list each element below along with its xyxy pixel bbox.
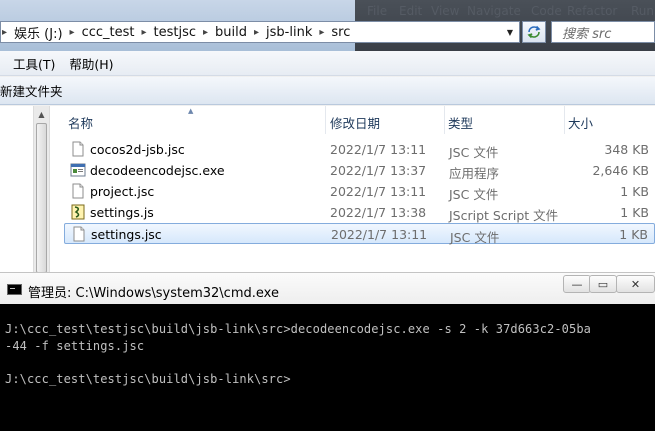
refresh-icon [527,25,541,39]
file-type: JScript Script 文件 [449,208,559,223]
cmd-window: 管理员: C:\Windows\system32\cmd.exe — ▭ ✕ J… [0,272,655,431]
generic-file-icon [72,183,84,199]
console-prompt: J:\ccc_test\testjsc\build\jsb-link\src> [5,372,291,386]
breadcrumb-src[interactable]: src [329,25,352,40]
menu-tools[interactable]: 工具(T) [13,54,55,73]
file-row[interactable]: settings.js 2022/1/7 13:38 JScript Scrip… [64,202,655,223]
breadcrumb-build[interactable]: build [213,25,249,40]
background-menu-item: Refactor [567,4,618,18]
cmd-window-title: 管理员: C:\Windows\system32\cmd.exe [28,286,279,301]
console-line: -44 -f settings.jsc [5,339,145,353]
column-header-size[interactable]: 大小 [568,113,593,132]
explorer-menubar: 工具(T) 帮助(H) [0,51,655,76]
file-size: 2,646 KB [592,163,649,178]
generic-file-icon [73,226,85,242]
search-input[interactable]: 搜索 src [551,21,655,43]
file-date: 2022/1/7 13:37 [330,163,427,178]
breadcrumb-separator-icon[interactable]: ▸ [1,27,12,38]
column-header-date[interactable]: 修改日期 [330,113,380,132]
background-menu-item: File [367,4,388,18]
file-row[interactable]: decodeencodejsc.exe 2022/1/7 13:37 应用程序 … [64,160,655,181]
close-button[interactable]: ✕ [616,275,655,293]
new-folder-button[interactable]: 新建文件夹 [0,81,63,100]
navigation-scrollbar[interactable]: ▲ [33,106,50,276]
column-divider[interactable] [444,106,445,134]
file-name: settings.jsc [91,227,162,242]
column-divider[interactable] [564,106,565,134]
column-divider[interactable] [325,106,326,134]
column-header-name[interactable]: 名称 [68,113,93,132]
background-menu-item: Code [531,4,562,18]
background-menu-item: Edit [399,4,423,18]
file-size: 1 KB [620,205,649,220]
file-list-pane: ▲ 名称 修改日期 类型 大小 cocos2d-jsb.jsc 2022/1/7… [50,106,655,276]
breadcrumb-drive[interactable]: 娱乐 (J:) [12,23,65,42]
breadcrumb-separator-icon[interactable]: ▸ [65,27,80,38]
explorer-address-area: File Edit View Navigate Code Refactor Ru… [0,0,655,51]
maximize-icon: ▭ [597,277,609,291]
minimize-icon: — [571,277,583,291]
file-size: 1 KB [620,184,649,199]
refresh-button[interactable] [522,21,546,43]
breadcrumb-separator-icon[interactable]: ▸ [136,27,151,38]
file-row[interactable]: project.jsc 2022/1/7 13:11 JSC 文件 1 KB [64,181,655,202]
file-type: JSC 文件 [450,230,500,245]
explorer-toolbar: 新建文件夹 [0,77,655,105]
file-name: cocos2d-jsb.jsc [90,142,185,157]
breadcrumb-separator-icon[interactable]: ▸ [249,27,264,38]
scroll-up-icon[interactable]: ▲ [34,110,49,119]
background-menu-item: Navigate [467,4,521,18]
minimize-button[interactable]: — [563,275,591,293]
navigation-pane[interactable] [0,106,33,276]
breadcrumb-separator-icon[interactable]: ▸ [198,27,213,38]
application-icon [70,163,86,177]
maximize-button[interactable]: ▭ [589,275,617,293]
file-row[interactable]: cocos2d-jsb.jsc 2022/1/7 13:11 JSC 文件 34… [64,139,655,160]
search-placeholder: 搜索 src [562,26,612,42]
console-icon[interactable] [7,284,22,295]
sort-ascending-icon: ▲ [188,107,194,115]
file-size: 1 KB [619,227,648,242]
breadcrumb-separator-icon[interactable]: ▸ [314,27,329,38]
console-line: J:\ccc_test\testjsc\build\jsb-link\src>d… [5,322,591,336]
breadcrumb-testjsc[interactable]: testjsc [152,25,199,40]
file-size: 348 KB [604,142,649,157]
cmd-titlebar[interactable]: 管理员: C:\Windows\system32\cmd.exe — ▭ ✕ [0,272,655,304]
file-date: 2022/1/7 13:11 [330,184,427,199]
menu-help[interactable]: 帮助(H) [69,54,113,73]
scrollbar-thumb[interactable] [36,123,47,273]
file-date: 2022/1/7 13:38 [330,205,427,220]
cmd-console[interactable]: J:\ccc_test\testjsc\build\jsb-link\src>d… [0,304,655,431]
close-icon: ✕ [630,277,641,291]
breadcrumb-jsb-link[interactable]: jsb-link [264,25,314,40]
background-menu-item: Run [631,4,655,18]
generic-file-icon [72,141,84,157]
file-name: decodeencodejsc.exe [90,163,225,178]
column-headers: ▲ 名称 修改日期 类型 大小 [50,106,655,134]
address-bar[interactable]: ▸ 娱乐 (J:) ▸ ccc_test ▸ testjsc ▸ build ▸… [0,21,520,43]
breadcrumb-ccc-test[interactable]: ccc_test [80,25,137,40]
file-date: 2022/1/7 13:11 [330,142,427,157]
column-header-type[interactable]: 类型 [448,113,473,132]
file-date: 2022/1/7 13:11 [331,227,428,242]
background-menu-item: View [431,4,460,18]
jscript-icon [71,204,85,220]
file-name: project.jsc [90,184,155,199]
file-type: JSC 文件 [449,145,499,160]
file-rows: cocos2d-jsb.jsc 2022/1/7 13:11 JSC 文件 34… [64,139,655,245]
file-row-selected[interactable]: settings.jsc 2022/1/7 13:11 JSC 文件 1 KB [64,223,655,245]
file-type: JSC 文件 [449,187,499,202]
file-type: 应用程序 [449,166,500,181]
address-dropdown-icon[interactable]: ▼ [501,22,519,42]
file-name: settings.js [90,205,154,220]
